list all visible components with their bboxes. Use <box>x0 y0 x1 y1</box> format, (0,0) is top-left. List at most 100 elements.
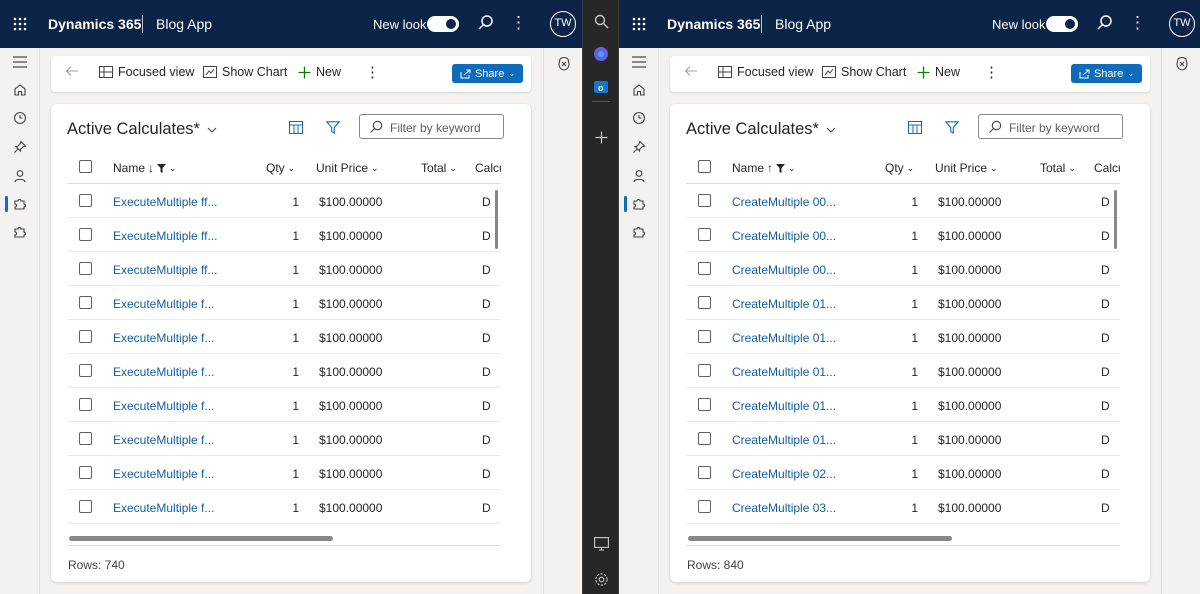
calculate-entity-icon[interactable] <box>5 194 30 214</box>
recent-icon[interactable] <box>629 108 649 128</box>
app-launcher-icon[interactable] <box>619 0 659 48</box>
row-name-link[interactable]: CreateMultiple 02... <box>732 467 836 481</box>
row-name-link[interactable]: ExecuteMultiple ff... <box>113 195 218 209</box>
more-options-icon[interactable]: ⋮ <box>1129 13 1146 35</box>
row-checkbox[interactable] <box>79 262 92 275</box>
row-checkbox[interactable] <box>698 330 711 343</box>
row-checkbox[interactable] <box>79 432 92 445</box>
share-button[interactable]: Share ⌄ <box>1071 64 1142 83</box>
settings-icon[interactable] <box>592 570 610 588</box>
table-row[interactable]: ExecuteMultiple f... 1 $100.00000 D <box>67 490 501 524</box>
column-header-unit-price[interactable]: Unit Price ⌄ <box>935 161 998 175</box>
row-name-link[interactable]: ExecuteMultiple f... <box>113 433 214 447</box>
column-header-qty[interactable]: Qty ⌄ <box>266 161 295 175</box>
add-icon[interactable] <box>592 128 610 146</box>
row-name-link[interactable]: ExecuteMultiple f... <box>113 365 214 379</box>
table-row[interactable]: CreateMultiple 01... 1 $100.00000 D <box>686 320 1120 354</box>
edit-columns-icon[interactable] <box>289 121 303 134</box>
table-row[interactable]: ExecuteMultiple f... 1 $100.00000 D <box>67 422 501 456</box>
table-row[interactable]: ExecuteMultiple f... 1 $100.00000 D <box>67 286 501 320</box>
table-row[interactable]: CreateMultiple 00... 1 $100.00000 D <box>686 184 1120 218</box>
row-checkbox[interactable] <box>698 432 711 445</box>
row-checkbox[interactable] <box>698 500 711 513</box>
table-row[interactable]: ExecuteMultiple f... 1 $100.00000 D <box>67 388 501 422</box>
more-commands-icon[interactable]: ⋮ <box>984 63 999 81</box>
row-name-link[interactable]: CreateMultiple 01... <box>732 365 836 379</box>
hamburger-icon[interactable] <box>10 52 30 72</box>
contact-icon[interactable] <box>10 166 30 186</box>
column-header-qty[interactable]: Qty ⌄ <box>885 161 914 175</box>
column-header-total[interactable]: Total ⌄ <box>1040 161 1076 175</box>
search-icon[interactable] <box>592 12 610 30</box>
row-checkbox[interactable] <box>79 466 92 479</box>
pin-icon[interactable] <box>10 137 30 157</box>
table-row[interactable]: CreateMultiple 00... 1 $100.00000 D <box>686 218 1120 252</box>
select-all-checkbox[interactable] <box>698 160 711 173</box>
row-checkbox[interactable] <box>698 398 711 411</box>
recent-icon[interactable] <box>10 108 30 128</box>
row-name-link[interactable]: ExecuteMultiple ff... <box>113 263 218 277</box>
row-checkbox[interactable] <box>79 194 92 207</box>
hamburger-icon[interactable] <box>629 52 649 72</box>
row-name-link[interactable]: CreateMultiple 01... <box>732 331 836 345</box>
keyword-filter-input[interactable]: Filter by keyword <box>359 114 504 139</box>
table-row[interactable]: ExecuteMultiple f... 1 $100.00000 D <box>67 320 501 354</box>
row-name-link[interactable]: ExecuteMultiple f... <box>113 501 214 515</box>
row-checkbox[interactable] <box>79 398 92 411</box>
row-name-link[interactable]: ExecuteMultiple f... <box>113 467 214 481</box>
row-checkbox[interactable] <box>698 466 711 479</box>
screenshot-icon[interactable] <box>592 535 610 553</box>
row-checkbox[interactable] <box>698 228 711 241</box>
vertical-scrollbar[interactable] <box>495 190 498 249</box>
table-row[interactable]: CreateMultiple 01... 1 $100.00000 D <box>686 388 1120 422</box>
row-name-link[interactable]: ExecuteMultiple f... <box>113 331 214 345</box>
filter-icon[interactable] <box>945 121 959 134</box>
column-header-name[interactable]: Name ↑ ⌄ <box>732 161 796 175</box>
row-name-link[interactable]: CreateMultiple 00... <box>732 229 836 243</box>
table-row[interactable]: ExecuteMultiple ff... 1 $100.00000 D <box>67 252 501 286</box>
home-icon[interactable] <box>10 80 30 100</box>
row-name-link[interactable]: CreateMultiple 03... <box>732 501 836 515</box>
puzzle-icon[interactable] <box>629 222 649 242</box>
row-checkbox[interactable] <box>698 262 711 275</box>
new-button[interactable]: New <box>917 65 960 79</box>
keyword-filter-input[interactable]: Filter by keyword <box>978 114 1123 139</box>
row-name-link[interactable]: ExecuteMultiple f... <box>113 399 214 413</box>
horizontal-scrollbar[interactable] <box>69 536 489 542</box>
more-options-icon[interactable]: ⋮ <box>510 13 527 35</box>
row-name-link[interactable]: CreateMultiple 00... <box>732 263 836 277</box>
row-name-link[interactable]: CreateMultiple 01... <box>732 433 836 447</box>
row-checkbox[interactable] <box>79 296 92 309</box>
product-title[interactable]: Dynamics 365 <box>667 16 760 32</box>
scrollbar-thumb[interactable] <box>688 536 952 541</box>
column-header-name[interactable]: Name ↓ ⌄ <box>113 161 177 175</box>
avatar[interactable]: TW <box>550 11 576 37</box>
contact-icon[interactable] <box>629 166 649 186</box>
app-name[interactable]: Blog App <box>775 16 831 32</box>
select-all-checkbox[interactable] <box>79 160 92 173</box>
row-name-link[interactable]: CreateMultiple 00... <box>732 195 836 209</box>
table-row[interactable]: ExecuteMultiple ff... 1 $100.00000 D <box>67 184 501 218</box>
focused-view-button[interactable]: Focused view <box>718 65 813 79</box>
view-selector[interactable]: Active Calculates* <box>686 120 836 139</box>
row-checkbox[interactable] <box>698 194 711 207</box>
copilot-icon[interactable] <box>1174 56 1190 72</box>
show-chart-button[interactable]: Show Chart <box>822 65 906 79</box>
avatar[interactable]: TW <box>1169 11 1195 37</box>
row-checkbox[interactable] <box>79 228 92 241</box>
new-button[interactable]: New <box>298 65 341 79</box>
copilot-icon[interactable] <box>556 56 572 72</box>
column-header-unit-price[interactable]: Unit Price ⌄ <box>316 161 379 175</box>
column-header-calc[interactable]: Calcu <box>475 161 501 175</box>
horizontal-scrollbar[interactable] <box>688 536 1108 542</box>
back-button[interactable] <box>684 65 698 77</box>
search-icon[interactable] <box>477 14 495 34</box>
vertical-scrollbar[interactable] <box>1114 190 1117 249</box>
more-commands-icon[interactable]: ⋮ <box>365 63 380 81</box>
row-checkbox[interactable] <box>79 330 92 343</box>
new-look-toggle[interactable] <box>427 16 459 32</box>
table-row[interactable]: ExecuteMultiple f... 1 $100.00000 D <box>67 456 501 490</box>
focused-view-button[interactable]: Focused view <box>99 65 194 79</box>
column-header-total[interactable]: Total ⌄ <box>421 161 457 175</box>
row-checkbox[interactable] <box>698 296 711 309</box>
